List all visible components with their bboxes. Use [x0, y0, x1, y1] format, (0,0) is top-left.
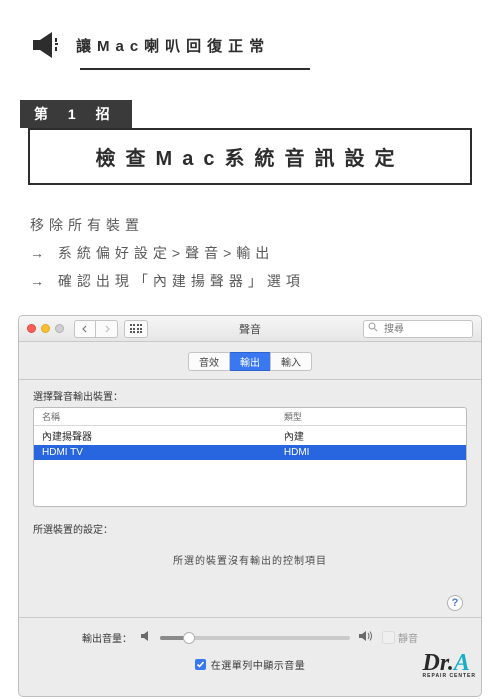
output-volume-label: 輸出音量：: [82, 630, 132, 645]
checkbox-checked-icon[interactable]: [195, 659, 206, 670]
speaker-megaphone-icon: [28, 28, 62, 62]
zoom-button[interactable]: [55, 324, 64, 333]
volume-high-icon: [358, 630, 374, 645]
device-name: 內建揚聲器: [34, 428, 276, 443]
selected-device-settings-label: 所選裝置的設定：: [33, 521, 467, 536]
no-output-controls-message: 所選的裝置沒有輸出的控制項目: [33, 552, 467, 567]
step-line-2: → 系統偏好設定>聲音>輸出: [30, 239, 470, 267]
minimize-button[interactable]: [41, 324, 50, 333]
sound-preferences-window: 聲音 音效 輸出 輸入 選擇聲音輸出裝置： 名稱 類型 內建揚聲器 內建 HDM…: [18, 315, 482, 697]
mute-label: 靜音: [398, 630, 418, 645]
output-volume-row: 輸出音量： 靜音: [33, 618, 467, 657]
menubar-label: 在選單列中顯示音量: [211, 657, 306, 672]
logo-subtitle: REPAIR CENTER: [423, 673, 476, 679]
device-type: 內建: [276, 428, 466, 443]
step-line-1: 移除所有裝置: [30, 211, 470, 239]
brand-logo: Dr.A REPAIR CENTER: [423, 650, 476, 683]
show-all-button[interactable]: [124, 320, 148, 338]
help-button[interactable]: ?: [447, 595, 463, 611]
traffic-lights: [27, 324, 64, 333]
close-button[interactable]: [27, 324, 36, 333]
steps-list: 移除所有裝置 → 系統偏好設定>聲音>輸出 → 確認出現「內建揚聲器」選項: [30, 211, 470, 295]
list-header: 名稱 類型: [34, 408, 466, 426]
title-underline: [80, 68, 310, 70]
mute-checkbox[interactable]: 靜音: [382, 630, 418, 645]
slider-knob[interactable]: [183, 632, 195, 644]
output-device-list[interactable]: 名稱 類型 內建揚聲器 內建 HDMI TV HDMI: [33, 407, 467, 507]
search-icon: [368, 322, 378, 335]
tip-title-box: 檢查Mac系統音訊設定: [28, 128, 472, 185]
output-volume-slider[interactable]: [160, 636, 350, 640]
sound-tabs: 音效 輸出 輸入: [19, 342, 481, 380]
page-title: 讓Mac喇叭回復正常: [76, 35, 270, 56]
search-input[interactable]: [363, 320, 473, 338]
column-type: 類型: [276, 410, 466, 423]
column-name: 名稱: [34, 410, 276, 423]
step-line-3: → 確認出現「內建揚聲器」選項: [30, 267, 470, 295]
window-title: 聲音: [239, 321, 261, 337]
window-titlebar: 聲音: [19, 316, 481, 342]
tab-input[interactable]: 輸入: [270, 352, 312, 371]
tip-number-badge: 第 1 招: [20, 100, 132, 128]
list-row[interactable]: 內建揚聲器 內建: [34, 426, 466, 445]
select-device-label: 選擇聲音輸出裝置：: [33, 388, 467, 403]
volume-low-icon: [140, 630, 152, 645]
show-volume-menubar-row[interactable]: 在選單列中顯示音量: [33, 657, 467, 684]
tab-output[interactable]: 輸出: [230, 352, 270, 371]
list-row[interactable]: HDMI TV HDMI: [34, 445, 466, 460]
tab-sound-effects[interactable]: 音效: [188, 352, 230, 371]
tip-title: 檢查Mac系統音訊設定: [30, 142, 470, 171]
device-name: HDMI TV: [34, 447, 276, 458]
forward-button[interactable]: [96, 320, 118, 338]
back-button[interactable]: [74, 320, 96, 338]
device-type: HDMI: [276, 447, 466, 458]
